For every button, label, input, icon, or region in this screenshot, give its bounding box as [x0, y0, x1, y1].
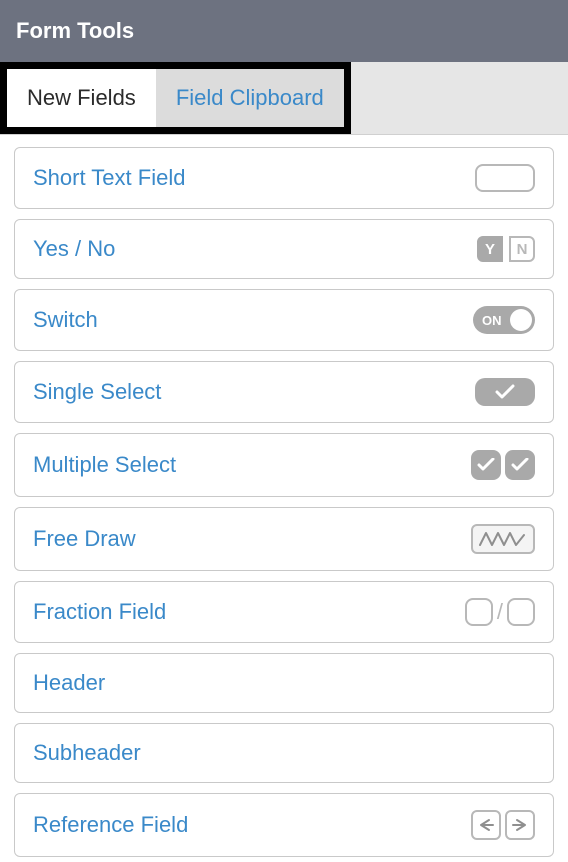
field-type-list: Short Text Field Yes / No YN Switch ON S…	[0, 135, 568, 857]
field-type-label: Yes / No	[33, 236, 115, 262]
field-type-free-draw[interactable]: Free Draw	[14, 507, 554, 571]
field-type-label: Switch	[33, 307, 98, 333]
field-type-label: Free Draw	[33, 526, 136, 552]
fraction-icon: /	[465, 598, 535, 626]
freedraw-icon	[471, 524, 535, 554]
field-type-single-select[interactable]: Single Select	[14, 361, 554, 423]
multi-select-icon	[471, 450, 535, 480]
field-type-fraction[interactable]: Fraction Field /	[14, 581, 554, 643]
textbox-icon	[475, 164, 535, 192]
field-type-label: Multiple Select	[33, 452, 176, 478]
field-type-label: Header	[33, 670, 105, 696]
tab-field-clipboard[interactable]: Field Clipboard	[156, 69, 344, 127]
panel-header: Form Tools	[0, 0, 568, 62]
tab-label: New Fields	[27, 85, 136, 110]
tab-label: Field Clipboard	[176, 85, 324, 110]
panel-title: Form Tools	[16, 18, 134, 43]
tabs-bar: New Fields Field Clipboard	[0, 62, 568, 135]
switch-icon: ON	[473, 306, 535, 334]
field-type-label: Subheader	[33, 740, 141, 766]
field-type-subheader[interactable]: Subheader	[14, 723, 554, 783]
field-type-switch[interactable]: Switch ON	[14, 289, 554, 351]
yes-no-icon: YN	[477, 236, 535, 262]
field-type-label: Fraction Field	[33, 599, 166, 625]
reference-icon	[471, 810, 535, 840]
tab-new-fields[interactable]: New Fields	[7, 69, 156, 127]
field-type-short-text[interactable]: Short Text Field	[14, 147, 554, 209]
field-type-label: Short Text Field	[33, 165, 185, 191]
field-type-multiple-select[interactable]: Multiple Select	[14, 433, 554, 497]
field-type-header[interactable]: Header	[14, 653, 554, 713]
field-type-reference[interactable]: Reference Field	[14, 793, 554, 857]
tabs-highlight-box: New Fields Field Clipboard	[0, 62, 351, 134]
field-type-label: Single Select	[33, 379, 161, 405]
field-type-label: Reference Field	[33, 812, 188, 838]
single-select-icon	[475, 378, 535, 406]
field-type-yes-no[interactable]: Yes / No YN	[14, 219, 554, 279]
